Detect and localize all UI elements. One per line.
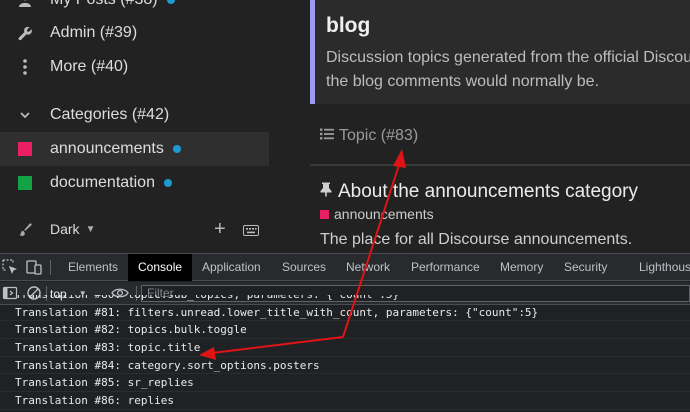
category-color-badge: [0, 142, 50, 156]
devtools-tab-bar: Elements Console Application Sources Net…: [0, 254, 690, 281]
unread-dot: [163, 179, 172, 187]
topic-excerpt: The place for all Discourse announcement…: [320, 231, 633, 248]
console-message: Translation #84: category.sort_options.p…: [0, 357, 690, 375]
tab-console[interactable]: Console: [128, 254, 193, 281]
devtools-panel: Elements Console Application Sources Net…: [0, 253, 690, 412]
sidebar-item-label: My Posts (#38): [50, 0, 158, 9]
tab-lighthouse[interactable]: Lighthouse: [629, 254, 690, 281]
sidebar-item-admin[interactable]: Admin (#39): [0, 16, 269, 50]
category-banner: blog Discussion topics generated from th…: [310, 0, 690, 104]
sidebar-category-documentation[interactable]: documentation: [0, 166, 269, 200]
unread-dot: [166, 0, 175, 4]
console-message: Translation #81: filters.unread.lower_ti…: [0, 304, 690, 322]
tab-application[interactable]: Application: [192, 254, 271, 281]
keyboard-icon[interactable]: [243, 223, 259, 239]
console-message: Translation #82: topics.bulk.toggle: [0, 321, 690, 340]
tab-performance[interactable]: Performance: [401, 254, 490, 281]
main-content: blog Discussion topics generated from th…: [310, 0, 690, 252]
tab-elements[interactable]: Elements: [58, 254, 128, 281]
inspect-element-icon[interactable]: [2, 259, 18, 275]
paintbrush-icon: [0, 222, 50, 236]
plus-icon[interactable]: +: [214, 219, 226, 239]
topic-list-header[interactable]: Topic (#83): [320, 127, 418, 145]
tab-memory[interactable]: Memory: [490, 254, 553, 281]
theme-selector[interactable]: Dark: [50, 221, 80, 237]
topic-category-badge[interactable]: announcements: [320, 206, 434, 222]
caret-down-icon: ▼: [85, 223, 96, 235]
console-message: Translation #85: sr_replies: [0, 374, 690, 393]
unread-dot: [172, 145, 181, 153]
sidebar-item-more[interactable]: More (#40): [0, 50, 269, 84]
divider: [310, 164, 690, 166]
topic-category-label: announcements: [334, 206, 434, 222]
sidebar-item-my-posts[interactable]: My Posts (#38): [0, 0, 269, 17]
user-icon: [0, 0, 50, 7]
console-message: Translation #83: topic.title: [0, 339, 690, 357]
sidebar-category-announcements[interactable]: announcements: [0, 132, 269, 166]
topic-column-label: Topic (#83): [339, 127, 419, 144]
console-message: Translation #80: topic.sub_topics, param…: [0, 295, 690, 304]
sidebar-item-label: More (#40): [50, 58, 129, 75]
categories-section-title: Categories (#42): [50, 106, 170, 123]
sidebar-footer: Dark ▼ +: [0, 213, 269, 245]
category-title: blog: [326, 14, 371, 37]
wrench-icon: [0, 26, 50, 41]
console-output: Translation #80: topic.sub_topics, param…: [0, 295, 690, 412]
category-description: Discussion topics generated from the off…: [326, 49, 690, 90]
categories-section-toggle[interactable]: Categories (#42): [0, 98, 169, 132]
chevron-down-icon: [0, 111, 50, 119]
sidebar-category-label: documentation: [50, 174, 155, 191]
tab-network[interactable]: Network: [336, 254, 400, 281]
category-color-badge: [320, 209, 329, 219]
sidebar-category-label: announcements: [50, 140, 164, 157]
console-message: Translation #86: replies: [0, 392, 690, 410]
ellipsis-vertical-icon: [0, 59, 50, 75]
tab-sources[interactable]: Sources: [272, 254, 336, 281]
list-icon: [320, 127, 334, 145]
device-toolbar-icon[interactable]: [26, 259, 42, 275]
toolbar-divider: [50, 260, 51, 275]
tab-security[interactable]: Security: [554, 254, 617, 281]
thumbtack-icon: [320, 181, 332, 203]
sidebar: My Posts (#38) Admin (#39) More (#40) Ca…: [0, 0, 288, 252]
category-color-badge: [0, 176, 50, 190]
topic-link[interactable]: About the announcements category: [320, 181, 638, 203]
sidebar-item-label: Admin (#39): [50, 24, 138, 41]
topic-title: About the announcements category: [338, 181, 638, 202]
